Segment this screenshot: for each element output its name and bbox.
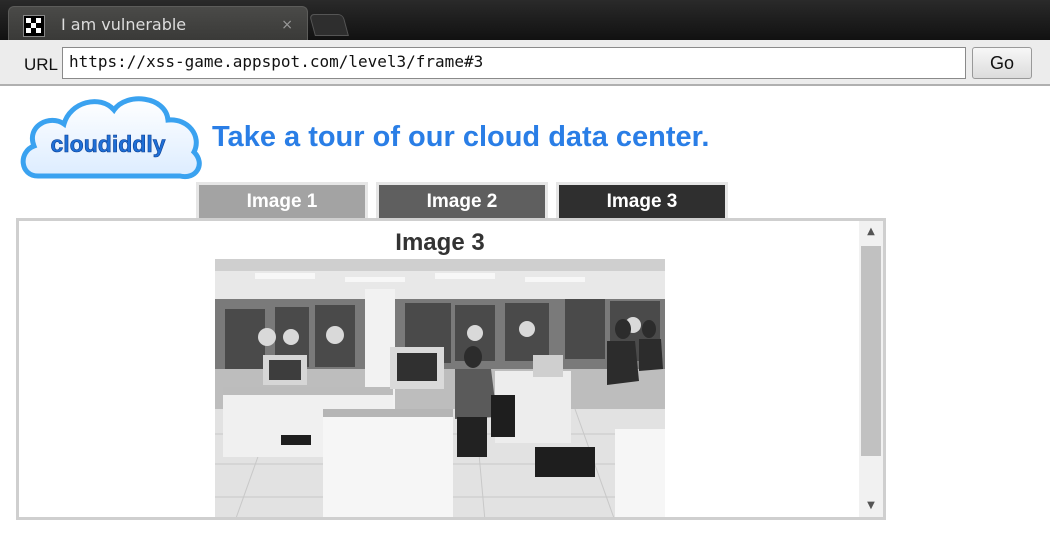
url-input[interactable]: https://xss-game.appspot.com/level3/fram… [62,47,966,79]
url-label: URL [24,55,59,74]
page-headline: Take a tour of our cloud data center. [212,121,710,153]
vertical-scrollbar[interactable]: ▲ ▼ [859,221,883,517]
tab-image-1[interactable]: Image 1 [196,182,368,218]
url-bar: URL https://xss-game.appspot.com/level3/… [0,40,1050,86]
browser-tab[interactable]: I am vulnerable × [8,6,308,40]
close-tab-icon[interactable]: × [281,17,293,33]
tab-image-2[interactable]: Image 2 [376,182,548,218]
scroll-down-icon[interactable]: ▼ [859,495,883,517]
data-center-photo [215,259,665,517]
browser-tab-bar: I am vulnerable × [0,0,1050,40]
tab-title: I am vulnerable [61,15,187,34]
logo-text: cloudiddly [51,131,166,157]
image-title: Image 3 [395,229,485,256]
go-button[interactable]: Go [972,47,1032,79]
new-tab-button[interactable] [309,14,349,36]
scrollbar-thumb[interactable] [861,246,881,456]
tab-image-3[interactable]: Image 3 [556,182,728,218]
scroll-up-icon[interactable]: ▲ [859,221,883,243]
image-frame: Image 3 ▲ ▼ [16,218,886,520]
cloudiddly-logo: cloudiddly [20,96,202,180]
favicon-icon [23,15,45,37]
